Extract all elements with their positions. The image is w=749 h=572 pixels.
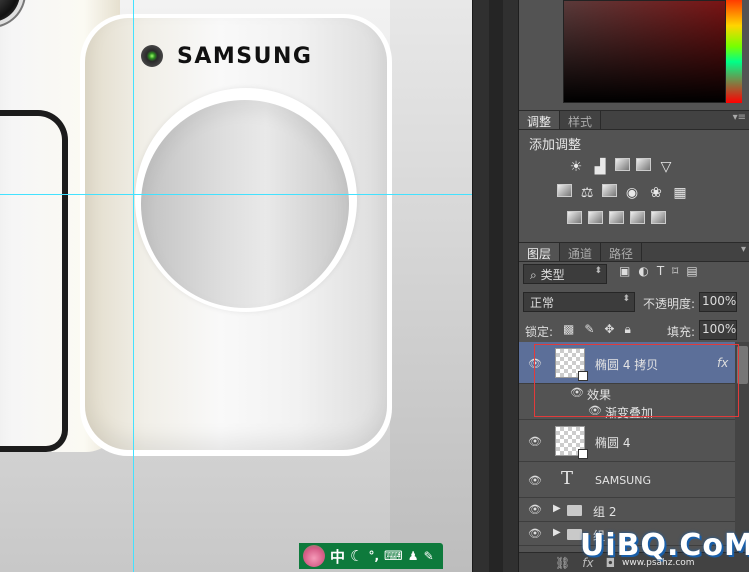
blend-mode-select[interactable]: 正常 ⬍ — [523, 292, 635, 312]
layer-name: SAMSUNG — [595, 474, 651, 487]
lock-position-icon[interactable]: ✥ — [604, 322, 614, 337]
layer-row-ellipse[interactable]: 👁︎ 椭圆 4 — [519, 420, 735, 462]
tab-paths[interactable]: 路径 — [601, 243, 643, 261]
tab-styles[interactable]: 样式 — [560, 111, 602, 129]
ime-logo-icon[interactable] — [303, 545, 325, 567]
appliance-handle — [0, 110, 68, 452]
layer-row-group-2[interactable]: 👁︎ ▶ 组 2 — [519, 498, 735, 522]
layer-name: 组 2 — [593, 505, 617, 519]
guide-vertical[interactable] — [133, 0, 134, 572]
lock-transparent-icon[interactable]: ▩ — [563, 322, 574, 337]
panel-menu-icon[interactable]: ▾≡ — [733, 112, 746, 123]
color-balance-icon[interactable]: ⚖ — [578, 184, 596, 202]
fill-label: 填充: — [667, 325, 696, 339]
channel-mixer-icon[interactable]: ❀ — [647, 184, 665, 202]
watermark-url: www.psahz.com — [622, 558, 695, 568]
expand-arrow-icon[interactable]: ▶ — [553, 503, 561, 514]
layer-thumbnail — [555, 426, 588, 459]
fill-input[interactable]: 100% — [699, 320, 737, 340]
gradient-circle — [141, 100, 349, 308]
hue-saturation-icon[interactable] — [557, 184, 572, 197]
canvas-background-right — [390, 0, 472, 572]
blend-mode-value: 正常 — [530, 296, 555, 310]
brand-logo-text: SAMSUNG — [177, 44, 313, 69]
type-filter-icon[interactable]: T — [657, 264, 664, 278]
color-lookup-icon[interactable]: ▦ — [671, 184, 689, 202]
logo-dot-icon — [141, 45, 163, 67]
pixel-filter-icon[interactable]: ▣ — [619, 264, 630, 278]
selection-highlight-box — [534, 344, 739, 417]
document-canvas[interactable]: SAMSUNG 中 ☾ °, ⌨ ♟ ✎ — [0, 0, 472, 572]
eye-icon[interactable]: 👁︎ — [527, 527, 543, 540]
tab-channels[interactable]: 通道 — [560, 243, 602, 261]
adjust-row-1: ☀ ▟ ▽ — [567, 158, 675, 176]
lock-pixels-icon[interactable]: ✎ — [584, 322, 594, 337]
vibrance-icon[interactable]: ▽ — [657, 158, 675, 176]
tab-adjustments[interactable]: 调整 — [519, 111, 561, 129]
search-icon: ⌕ — [530, 268, 537, 282]
chevron-down-icon: ⬍ — [594, 266, 602, 276]
brightness-icon[interactable]: ☀ — [567, 158, 585, 176]
lock-icons: ▩ ✎ ✥ 🔒︎ — [563, 322, 631, 337]
layer-name: 椭圆 4 — [595, 436, 631, 450]
folder-icon — [567, 505, 582, 516]
ime-tool-icon[interactable]: ✎ — [424, 549, 434, 563]
smart-filter-icon[interactable]: ▤ — [686, 264, 697, 278]
layers-menu-icon[interactable]: ▾ — [741, 244, 746, 255]
posterize-icon[interactable] — [588, 211, 603, 224]
link-layers-icon[interactable]: ⛓ — [555, 556, 570, 570]
adjust-row-3 — [567, 211, 666, 224]
type-layer-icon: T — [561, 468, 574, 489]
panel-gutter — [472, 0, 518, 572]
guide-horizontal[interactable] — [0, 194, 472, 195]
tab-layers[interactable]: 图层 — [519, 243, 561, 261]
canvas-scrollbar[interactable] — [489, 0, 503, 572]
layers-tabbar: 图层 通道 路径 ▾ — [519, 242, 749, 262]
hue-slider[interactable] — [726, 0, 742, 103]
black-white-icon[interactable] — [602, 184, 617, 197]
levels-icon[interactable]: ▟ — [591, 158, 609, 176]
expand-arrow-icon[interactable]: ▶ — [553, 527, 561, 538]
right-panel: 调整 样式 ▾≡ 添加调整 ☀ ▟ ▽ ⚖ ◉ ❀ ▦ 图层 通道 路径 ▾ ⌕… — [518, 0, 749, 572]
ime-user-icon[interactable]: ♟ — [408, 549, 419, 563]
ime-keyboard-icon[interactable]: ⌨ — [384, 549, 403, 564]
lock-label: 锁定: — [525, 325, 554, 339]
chevron-down-icon: ⬍ — [622, 294, 630, 304]
exposure-icon[interactable] — [636, 158, 651, 171]
ime-toolbar[interactable]: 中 ☾ °, ⌨ ♟ ✎ — [299, 543, 443, 569]
layer-row-text[interactable]: 👁︎ T SAMSUNG — [519, 462, 735, 498]
layer-filter-icons: ▣ ◐ T ⌑ ▤ — [619, 264, 698, 278]
adjust-tabbar: 调整 样式 ▾≡ — [519, 110, 749, 130]
shape-filter-icon[interactable]: ⌑ — [672, 264, 678, 278]
eye-icon[interactable]: 👁︎ — [527, 435, 543, 448]
eye-icon[interactable]: 👁︎ — [527, 474, 543, 487]
color-field[interactable] — [563, 0, 726, 103]
color-picker — [519, 0, 749, 106]
ime-punct-icon[interactable]: °, — [368, 549, 379, 563]
photo-filter-icon[interactable]: ◉ — [623, 184, 641, 202]
adjust-row-2: ⚖ ◉ ❀ ▦ — [557, 184, 689, 202]
eye-icon[interactable]: 👁︎ — [527, 503, 543, 516]
curves-icon[interactable] — [615, 158, 630, 171]
selective-color-icon[interactable] — [630, 211, 645, 224]
opacity-label: 不透明度: — [643, 297, 696, 311]
filter-type-label: 类型 — [540, 268, 565, 282]
ime-language-label[interactable]: 中 — [330, 546, 345, 567]
ime-moon-icon[interactable]: ☾ — [350, 547, 363, 565]
adjustment-filter-icon[interactable]: ◐ — [638, 264, 648, 278]
opacity-input[interactable]: 100% — [699, 292, 737, 312]
gradient-map-icon[interactable] — [651, 211, 666, 224]
threshold-icon[interactable] — [609, 211, 624, 224]
add-adjustment-title: 添加调整 — [529, 138, 582, 153]
invert-icon[interactable] — [567, 211, 582, 224]
lock-all-icon[interactable]: 🔒︎ — [624, 322, 630, 337]
layer-filter-select[interactable]: ⌕ 类型 ⬍ — [523, 264, 607, 284]
